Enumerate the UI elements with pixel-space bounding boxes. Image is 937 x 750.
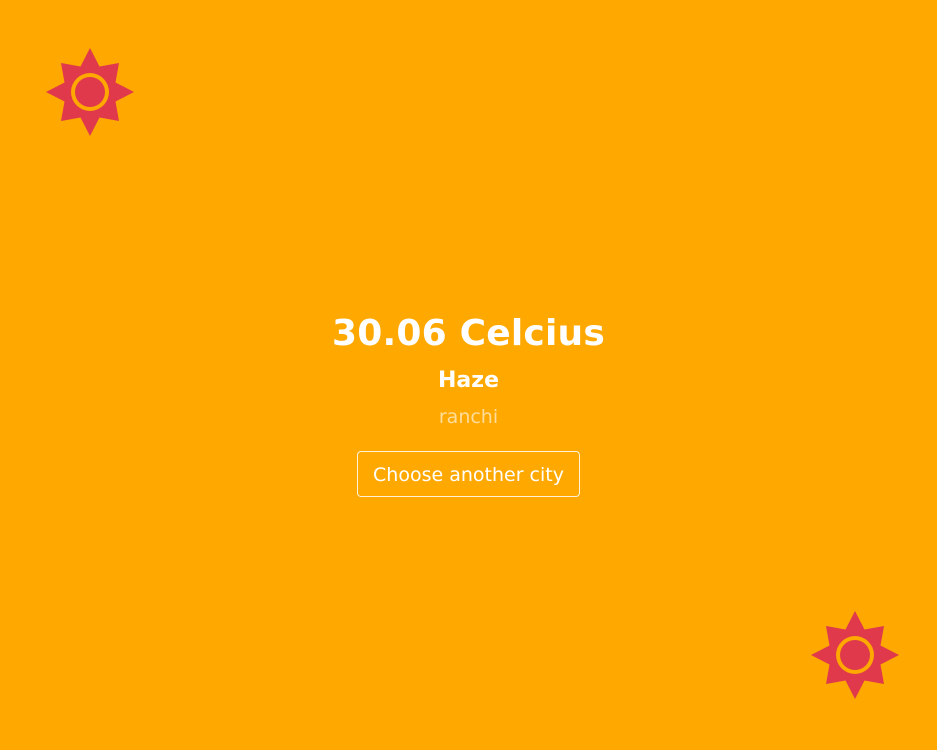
weather-page: 30.06 Celcius Haze ranchi Choose another… [0, 0, 937, 750]
choose-another-city-button[interactable]: Choose another city [357, 451, 580, 497]
sun-icon [45, 47, 135, 137]
weather-summary: 30.06 Celcius Haze ranchi Choose another… [0, 308, 937, 497]
temperature: 30.06 Celcius [332, 313, 605, 354]
weather-description: Haze [438, 368, 499, 393]
city-name: ranchi [438, 406, 499, 428]
sun-icon [810, 610, 900, 700]
